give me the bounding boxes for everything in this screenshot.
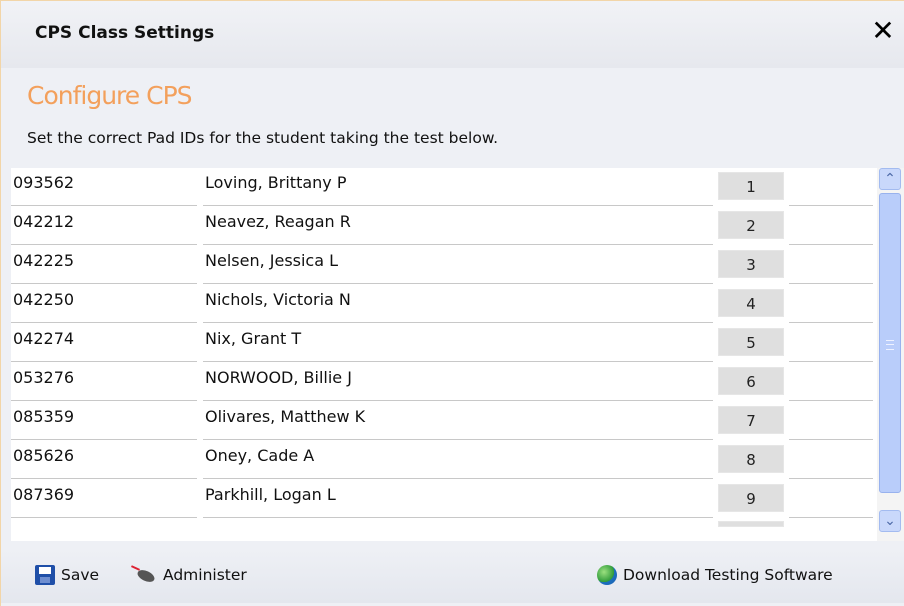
administer-button[interactable]: Administer (131, 561, 247, 589)
pad-id-input[interactable]: 8 (718, 445, 784, 473)
row-divider (789, 400, 873, 401)
save-button[interactable]: Save (35, 561, 99, 589)
row-divider (11, 283, 197, 284)
footer-toolbar: Save Administer Download Testing Softwar… (1, 549, 904, 603)
student-id: 085626 (13, 446, 75, 465)
page-description: Set the correct Pad IDs for the student … (27, 129, 499, 147)
download-label: Download Testing Software (623, 566, 833, 584)
student-name: Nelsen, Jessica L (205, 251, 339, 270)
pad-id-input[interactable]: 9 (718, 484, 784, 512)
student-id: 087369 (13, 485, 75, 504)
row-divider (789, 478, 873, 479)
mouse-icon (131, 567, 157, 583)
student-id: 085359 (13, 407, 75, 426)
student-row: 042274 Nix, Grant T 5 (11, 324, 881, 363)
row-divider (203, 478, 713, 479)
pad-id-input[interactable]: 4 (718, 289, 784, 317)
student-row: 042250 Nichols, Victoria N 4 (11, 285, 881, 324)
pad-id-input[interactable]: 1 (718, 172, 784, 200)
chevron-down-icon[interactable]: ⌄ (879, 510, 901, 532)
pad-id-input-partial (718, 521, 784, 527)
row-divider (203, 322, 713, 323)
row-divider (789, 283, 873, 284)
student-name: Loving, Brittany P (205, 173, 347, 192)
row-divider (203, 400, 713, 401)
scrollbar-thumb[interactable] (879, 193, 901, 493)
student-row: 053276 NORWOOD, Billie J 6 (11, 363, 881, 402)
student-id: 042212 (13, 212, 75, 231)
row-divider (789, 322, 873, 323)
row-divider (11, 361, 197, 362)
grip-icon (886, 340, 894, 350)
row-divider (11, 478, 197, 479)
row-divider (11, 244, 197, 245)
administer-label: Administer (163, 566, 247, 584)
pad-id-input[interactable]: 7 (718, 406, 784, 434)
student-row: 042225 Nelsen, Jessica L 3 (11, 246, 881, 285)
row-divider (11, 322, 197, 323)
row-divider (789, 205, 873, 206)
student-name: Nix, Grant T (205, 329, 302, 348)
pad-id-input[interactable]: 6 (718, 367, 784, 395)
student-name: NORWOOD, Billie J (205, 368, 352, 387)
dialog-title: CPS Class Settings (35, 23, 215, 43)
row-divider (203, 205, 713, 206)
student-id: 053276 (13, 368, 75, 387)
row-divider (11, 439, 197, 440)
row-divider (203, 517, 713, 518)
student-name: Nichols, Victoria N (205, 290, 351, 309)
globe-icon (597, 565, 617, 585)
row-divider (789, 244, 873, 245)
row-divider (789, 517, 873, 518)
row-divider (789, 439, 873, 440)
title-bar: CPS Class Settings ✕ (1, 1, 904, 68)
download-testing-software-button[interactable]: Download Testing Software (597, 561, 833, 589)
student-name: Neavez, Reagan R (205, 212, 351, 231)
row-divider (11, 517, 197, 518)
student-name: Oney, Cade A (205, 446, 315, 465)
page-heading: Configure CPS (27, 81, 193, 110)
pad-id-input[interactable]: 5 (718, 328, 784, 356)
pad-id-input[interactable]: 2 (718, 211, 784, 239)
student-row: 087369 Parkhill, Logan L 9 (11, 480, 881, 519)
row-divider (789, 361, 873, 362)
row-divider (203, 439, 713, 440)
student-list: 093562 Loving, Brittany P 1 042212 Neavez, R… (11, 168, 904, 541)
student-id: 093562 (13, 173, 75, 192)
row-divider (203, 361, 713, 362)
row-divider (11, 205, 197, 206)
student-row: 085359 Olivares, Matthew K 7 (11, 402, 881, 441)
chevron-up-icon[interactable]: ⌃ (879, 168, 901, 190)
row-divider (203, 283, 713, 284)
student-row: 042212 Neavez, Reagan R 2 (11, 207, 881, 246)
save-label: Save (61, 566, 100, 584)
pad-id-input[interactable]: 3 (718, 250, 784, 278)
vertical-scrollbar[interactable]: ⌃ ⌄ (877, 168, 904, 541)
row-divider (11, 400, 197, 401)
student-name: Olivares, Matthew K (205, 407, 366, 426)
student-row: 093562 Loving, Brittany P 1 (11, 168, 881, 207)
student-name: Parkhill, Logan L (205, 485, 336, 504)
student-id: 042225 (13, 251, 75, 270)
student-row: 085626 Oney, Cade A 8 (11, 441, 881, 480)
floppy-disk-icon (35, 565, 55, 585)
student-id: 042250 (13, 290, 75, 309)
cps-class-settings-dialog: CPS Class Settings ✕ Configure CPS Set t… (0, 0, 904, 606)
student-id: 042274 (13, 329, 75, 348)
close-icon[interactable]: ✕ (867, 15, 899, 47)
row-divider (203, 244, 713, 245)
